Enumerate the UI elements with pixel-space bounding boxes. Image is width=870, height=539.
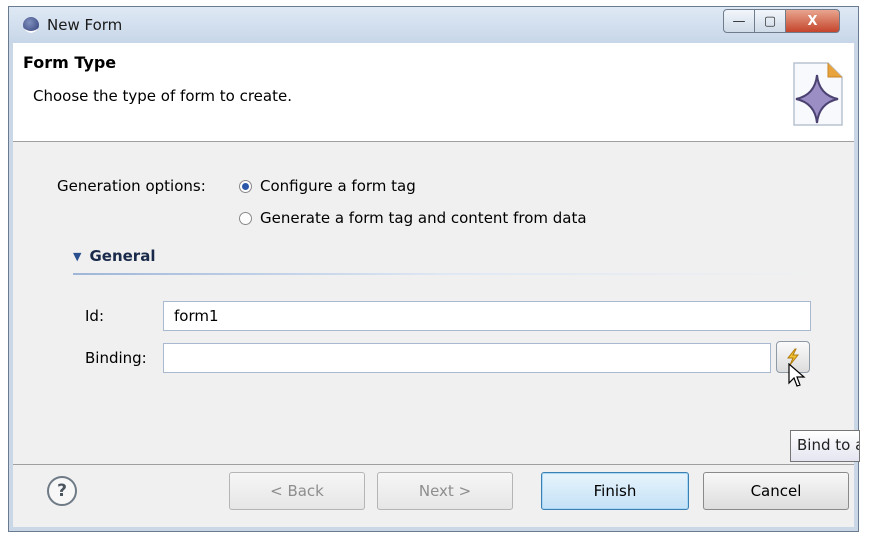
mouse-cursor-icon <box>788 363 806 387</box>
id-field[interactable]: form1 <box>163 301 811 331</box>
bind-tooltip: Bind to a <box>790 430 860 462</box>
radio-button-selected[interactable] <box>239 179 252 193</box>
minimize-button[interactable]: — <box>723 9 755 33</box>
radio-label: Configure a form tag <box>260 177 416 195</box>
dialog-body: Form Type Choose the type of form to cre… <box>13 43 860 527</box>
generation-options-label: Generation options: <box>57 177 206 195</box>
next-button[interactable]: Next > <box>377 472 513 510</box>
maximize-button[interactable]: ▢ <box>754 9 786 33</box>
close-button[interactable]: X <box>785 9 840 33</box>
general-section: ▼ General <box>73 247 821 275</box>
new-form-dialog: New Form — ▢ X Form Type Choose the type… <box>8 6 860 532</box>
title-bar[interactable]: New Form — ▢ X <box>9 7 858 43</box>
finish-button[interactable]: Finish <box>541 472 689 510</box>
binding-label: Binding: <box>85 349 147 367</box>
radio-configure-form-tag[interactable]: Configure a form tag <box>239 177 416 195</box>
expand-triangle-icon: ▼ <box>73 249 82 263</box>
help-icon[interactable]: ? <box>47 476 77 506</box>
general-section-toggle[interactable]: ▼ General <box>73 247 821 265</box>
id-label: Id: <box>85 307 104 325</box>
radio-label: Generate a form tag and content from dat… <box>260 209 587 227</box>
radio-generate-from-data[interactable]: Generate a form tag and content from dat… <box>239 209 587 227</box>
window-title: New Form <box>47 16 123 34</box>
footer-separator <box>13 464 854 465</box>
wizard-form-icon <box>793 62 843 126</box>
section-title: General <box>89 247 156 265</box>
radio-button[interactable] <box>239 211 252 225</box>
section-divider <box>73 273 821 275</box>
page-description: Choose the type of form to create. <box>33 87 292 105</box>
globe-icon <box>23 17 39 33</box>
binding-field[interactable] <box>163 343 771 373</box>
wizard-header: Form Type Choose the type of form to cre… <box>13 43 854 142</box>
back-button[interactable]: < Back <box>229 472 365 510</box>
page-title: Form Type <box>23 53 117 72</box>
cancel-button[interactable]: Cancel <box>703 472 849 510</box>
